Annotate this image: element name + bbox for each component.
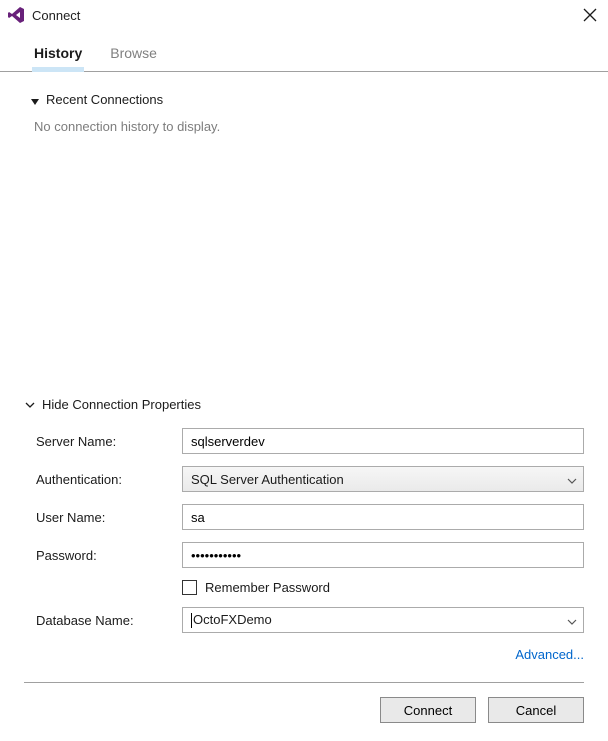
database-name-label: Database Name:	[36, 613, 182, 628]
remember-password-checkbox[interactable]	[182, 580, 197, 595]
connect-button[interactable]: Connect	[380, 697, 476, 723]
server-name-label: Server Name:	[36, 434, 182, 449]
visual-studio-icon	[6, 5, 26, 25]
close-icon[interactable]	[582, 7, 598, 23]
remember-password-label: Remember Password	[205, 580, 330, 595]
authentication-value: SQL Server Authentication	[191, 472, 567, 487]
cancel-button[interactable]: Cancel	[488, 697, 584, 723]
dialog-footer: Connect Cancel	[0, 683, 608, 741]
chevron-down-icon	[567, 474, 577, 484]
user-name-label: User Name:	[36, 510, 182, 525]
hide-props-label: Hide Connection Properties	[42, 397, 201, 412]
password-label: Password:	[36, 548, 182, 563]
recent-connections-header[interactable]: Recent Connections	[0, 72, 608, 115]
chevron-down-icon	[24, 399, 36, 411]
tab-browse[interactable]: Browse	[110, 45, 157, 71]
authentication-label: Authentication:	[36, 472, 182, 487]
recent-connections-label: Recent Connections	[46, 92, 163, 107]
tab-history[interactable]: History	[34, 45, 82, 71]
password-input[interactable]	[182, 542, 584, 568]
authentication-select[interactable]: SQL Server Authentication	[182, 466, 584, 492]
database-name-select[interactable]: OctoFXDemo	[182, 607, 584, 633]
titlebar: Connect	[0, 0, 608, 30]
tabs: History Browse	[0, 30, 608, 72]
window-title: Connect	[32, 8, 582, 23]
advanced-link[interactable]: Advanced...	[515, 647, 584, 662]
database-name-value: OctoFXDemo	[191, 612, 567, 628]
server-name-input[interactable]	[182, 428, 584, 454]
user-name-input[interactable]	[182, 504, 584, 530]
no-history-message: No connection history to display.	[0, 115, 608, 138]
chevron-down-icon	[567, 615, 577, 625]
connection-properties-form: Server Name: Authentication: SQL Server …	[0, 424, 608, 645]
hide-connection-properties-toggle[interactable]: Hide Connection Properties	[0, 389, 608, 424]
collapse-arrow-icon	[30, 95, 40, 105]
